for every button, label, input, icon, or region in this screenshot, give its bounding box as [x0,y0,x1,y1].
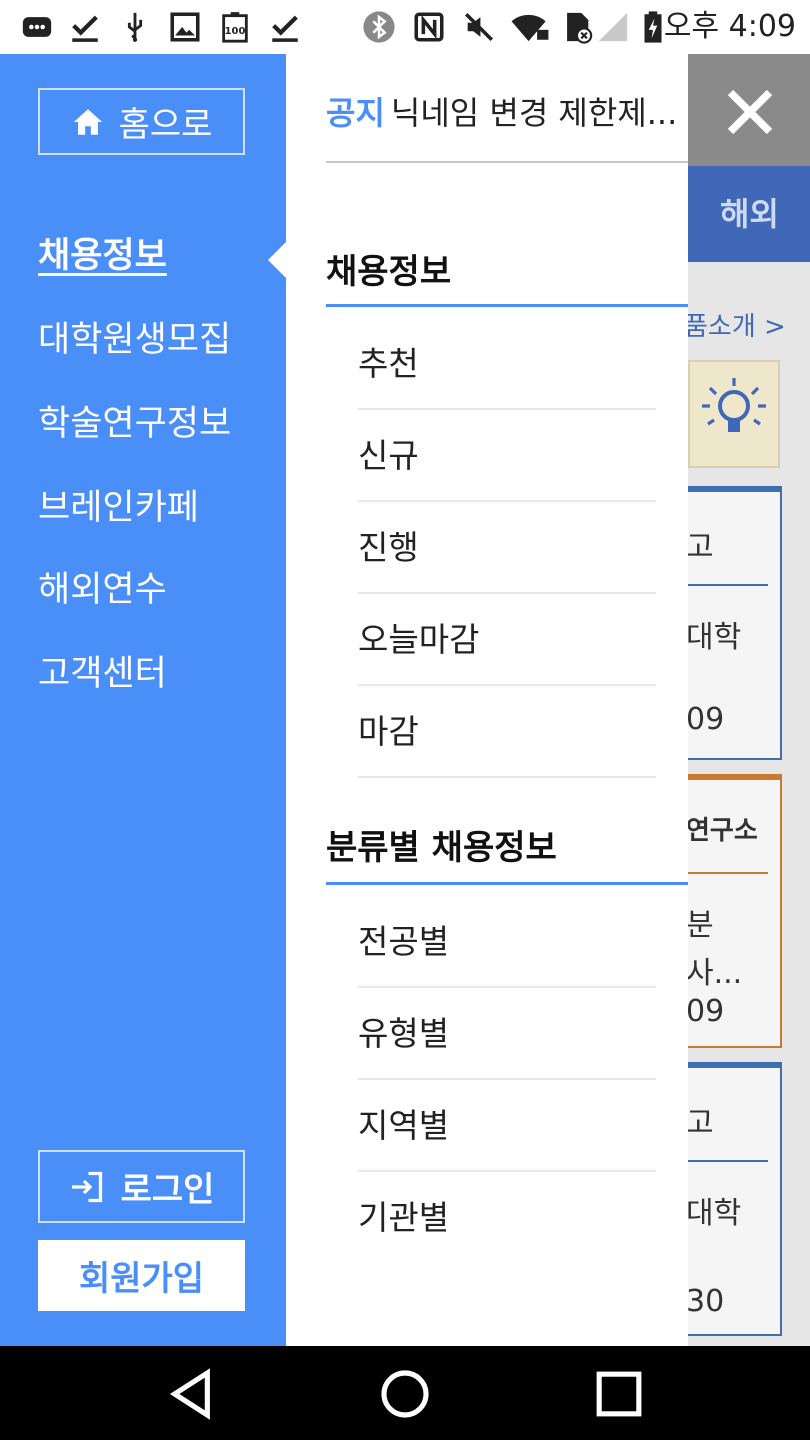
signal-icon [598,12,628,42]
close-icon[interactable] [724,86,776,138]
section-divider [326,304,688,307]
bluetooth-icon [363,11,395,43]
message-icon [22,17,52,37]
mute-icon [464,12,494,42]
back-icon[interactable] [163,1366,219,1422]
lightbulb-icon [702,378,766,432]
image-icon [170,12,200,42]
home-nav-icon[interactable] [377,1366,433,1422]
usb-icon [127,12,143,42]
submenu-item-ongoing[interactable]: 진행 [358,502,656,594]
sidebar-item-customer-center[interactable]: 고객센터 [38,652,167,696]
sidebar-item-research-info[interactable]: 학술연구정보 [38,402,231,446]
submenu-item-by-region[interactable]: 지역별 [358,1080,656,1172]
submenu-item-closing-today[interactable]: 오늘마감 [358,594,656,686]
login-icon [71,1171,102,1202]
submenu-item-by-institution[interactable]: 기관별 [358,1172,656,1264]
login-button-label: 로그인 [120,1170,215,1210]
sidebar-item-graduate-recruit[interactable]: 대학원생모집 [38,318,231,362]
login-button[interactable]: 로그인 [38,1150,245,1223]
notice-tag: 공지 [326,94,385,132]
section-title: 채용정보 [326,252,452,292]
submenu-panel: 공지 닉네임 변경 제한제... 채용정보 추천 신규 진행 오늘마감 마감 분류… [286,54,688,1346]
home-button[interactable]: 홈으로 [38,88,245,155]
background-card: 고 대학 30 [688,1062,782,1336]
notice-text: 닉네임 변경 제한제... [390,94,678,132]
home-icon [73,108,102,135]
background-tab: 해외 [688,166,810,262]
notice-banner[interactable]: 공지 닉네임 변경 제한제... [326,88,688,134]
background-intro-link: 품소개 > [688,312,786,342]
sim-off-icon [567,12,593,44]
divider [326,161,688,163]
sidebar-item-overseas[interactable]: 해외연수 [38,568,167,612]
submenu-item-closed[interactable]: 마감 [358,686,656,778]
status-bar: 100 오후 4:09 [0,0,810,54]
navigation-bar [0,1346,810,1440]
recents-icon[interactable] [591,1366,647,1422]
sidebar-item-brain-cafe[interactable]: 브레인카페 [38,486,199,530]
background-app: 해외 품소개 > 고 대학 09 연구소 분 사... 09 고 대학 30 [688,54,810,1346]
section-divider [326,882,688,885]
svg-text:100: 100 [225,26,246,37]
battery-100-icon: 100 [222,12,248,43]
section-title: 분류별 채용정보 [326,828,557,868]
download-done-icon [272,15,298,42]
submenu-item-by-type[interactable]: 유형별 [358,988,656,1080]
sidebar-item-jobs[interactable]: 채용정보 [38,234,167,278]
sidebar: 홈으로 채용정보 대학원생모집 학술연구정보 브레인카페 해외연수 고객센터 로… [0,54,286,1346]
background-card: 연구소 분 사... 09 [688,774,782,1048]
background-card: 고 대학 09 [688,486,782,760]
wifi-lock-icon [511,14,549,42]
signup-button[interactable]: 회원가입 [38,1240,245,1311]
clock: 오후 4:09 [663,9,796,44]
active-indicator [268,242,286,278]
home-button-label: 홈으로 [118,105,213,145]
submenu-item-by-major[interactable]: 전공별 [358,896,656,988]
nfc-icon [414,12,444,42]
submenu-item-recommended[interactable]: 추천 [358,318,656,410]
download-done-icon [72,15,98,42]
submenu-item-new[interactable]: 신규 [358,410,656,502]
background-banner [688,360,780,468]
